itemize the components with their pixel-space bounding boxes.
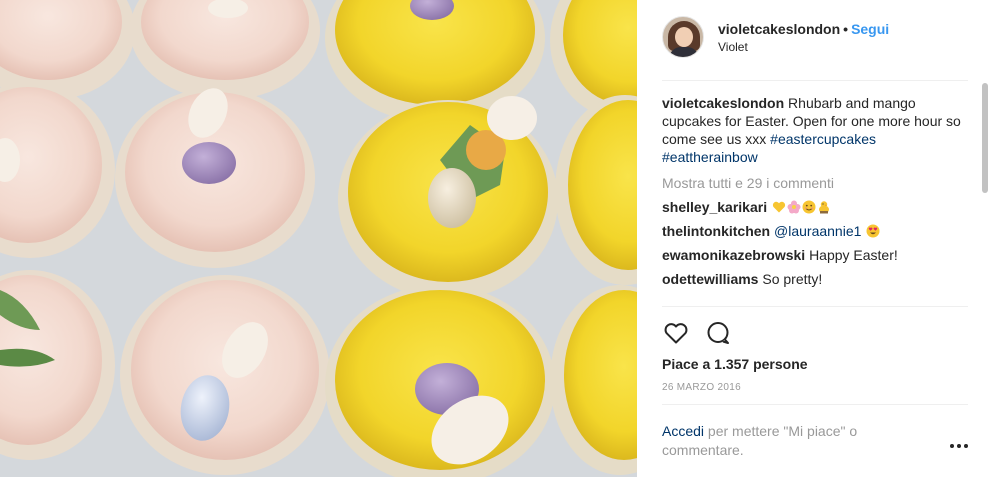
- pink-cupcake: [120, 275, 330, 475]
- heart-outline-icon[interactable]: [662, 319, 690, 347]
- chick-icon: [818, 201, 829, 214]
- more-options-icon[interactable]: [950, 438, 970, 452]
- login-link[interactable]: Accedi: [662, 423, 704, 439]
- header-user-line: violetcakeslondon • Segui: [718, 21, 889, 37]
- comments-list[interactable]: violetcakeslondon Rhubarb and mango cupc…: [662, 94, 962, 306]
- comments-scrollbar[interactable]: [982, 83, 988, 193]
- login-prompt: Accedi per mettere "Mi piace" o commenta…: [662, 422, 922, 460]
- view-all-comments-link[interactable]: Mostra tutti e 29 i commenti: [662, 174, 962, 192]
- likes-count[interactable]: Piace a 1.357 persone: [662, 356, 808, 372]
- comment-item: ewamonikazebrowski Happy Easter!: [662, 246, 962, 264]
- comment-text: Happy Easter!: [809, 247, 898, 263]
- cream-egg: [428, 168, 476, 228]
- display-name: Violet: [718, 40, 748, 54]
- post-date: 26 MARZO 2016: [662, 382, 741, 393]
- comment-item: odettewilliams So pretty!: [662, 270, 962, 288]
- comments-divider: [662, 306, 968, 307]
- comment-username-link[interactable]: odettewilliams: [662, 271, 758, 287]
- header-username-link[interactable]: violetcakeslondon: [718, 21, 840, 37]
- comment-username-link[interactable]: ewamonikazebrowski: [662, 247, 805, 263]
- avatar[interactable]: [662, 16, 704, 58]
- comment-item: shelley_karikari: [662, 198, 962, 216]
- blossom-icon: [787, 200, 801, 214]
- comment-bubble-icon[interactable]: [704, 319, 732, 347]
- comment-username-link[interactable]: shelley_karikari: [662, 199, 767, 215]
- footer-divider: [662, 404, 968, 405]
- comment-text: So pretty!: [762, 271, 823, 287]
- comment-mention-link[interactable]: @lauraannie1: [774, 223, 861, 239]
- post-side-panel: violetcakeslondon • Segui Violet violetcak…: [637, 0, 996, 477]
- heart-eyes-icon: [866, 224, 880, 238]
- yellow-heart-icon: [772, 201, 786, 213]
- caption-username-link[interactable]: violetcakeslondon: [662, 95, 784, 111]
- post-photo[interactable]: [0, 0, 637, 477]
- comment-item: thelintonkitchen @lauraannie1: [662, 222, 962, 240]
- cupcakes-image: [0, 0, 637, 477]
- yellow-cupcake: [325, 285, 555, 477]
- comment-username-link[interactable]: thelintonkitchen: [662, 223, 770, 239]
- purple-egg: [182, 142, 236, 184]
- caption: violetcakeslondon Rhubarb and mango cupc…: [662, 94, 962, 166]
- separator-dot: •: [843, 21, 849, 37]
- follow-button[interactable]: Segui: [851, 21, 889, 37]
- smiling-face-icon: [802, 200, 816, 214]
- header-divider: [662, 80, 968, 81]
- post-header: violetcakeslondon • Segui Violet: [637, 0, 996, 80]
